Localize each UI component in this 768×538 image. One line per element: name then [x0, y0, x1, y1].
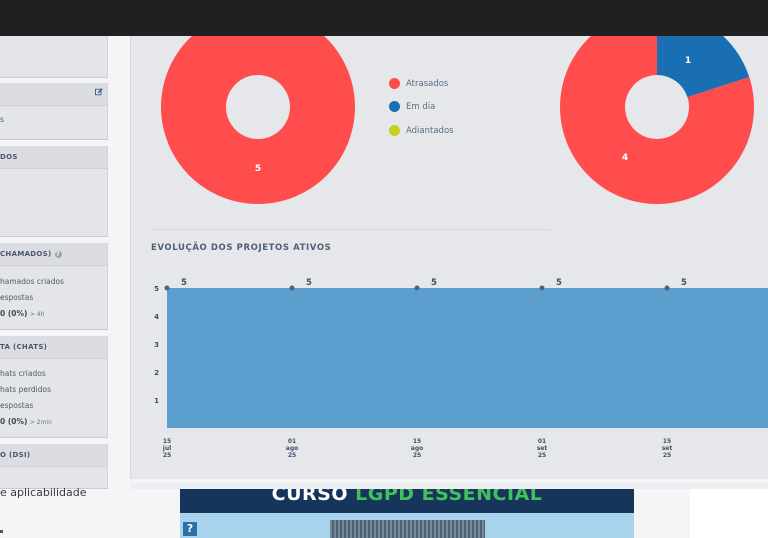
course-banner[interactable]: CURSO LGPD ESSENCIAL ? [180, 489, 634, 538]
area-series [167, 288, 768, 428]
left-sidebar-panels: s DOS CHAMADOS)? hamados criados esposta… [0, 36, 108, 489]
card4-value-main: 0 (0%) [0, 309, 28, 318]
banner-word-lgpd: LGPD ESSENCIAL [355, 489, 543, 505]
x-tick-label: 25 [413, 452, 421, 459]
left-card-5: TA (CHATS) hats criados hats perdidos es… [0, 336, 108, 438]
donut-left-slice-atrasados [161, 36, 355, 204]
left-card-5-header: TA (CHATS) [0, 336, 107, 359]
x-tick-label: set [662, 445, 673, 452]
status-donut-left: 5 [161, 36, 355, 204]
banner-illustration [330, 520, 485, 538]
data-point [539, 285, 545, 291]
data-label: 5 [181, 278, 187, 288]
donut-right-label-em-dia: 1 [685, 56, 691, 66]
x-tick-label: 15 [163, 438, 171, 445]
left-card-6: O (DSI) [0, 444, 108, 489]
donut-right-label-atrasados: 4 [622, 153, 628, 163]
projects-evolution-chart: 12345515jul25501ago25515ago25501set25515… [154, 278, 768, 459]
donut-left-value-label: 5 [255, 164, 261, 174]
legend-item-adiantados: Adiantados [389, 125, 454, 136]
y-tick-label: 3 [154, 341, 159, 349]
data-point [414, 285, 420, 291]
x-tick-label: 25 [163, 452, 171, 459]
data-label: 5 [306, 278, 312, 288]
article-text: e aplicabilidade [0, 486, 87, 499]
card5-line-2: hats perdidos [0, 385, 52, 394]
x-tick-label: 15 [413, 438, 421, 445]
x-tick-label: jul [162, 445, 171, 452]
right-blank-area [690, 489, 768, 538]
bullet-dot [0, 530, 3, 533]
left-card-1 [0, 36, 108, 78]
card5-value: 0 (0%) > 2min [0, 417, 52, 426]
y-tick-label: 5 [154, 285, 159, 293]
left-card-6-header: O (DSI) [0, 444, 107, 467]
left-card-3-header: DOS [0, 146, 107, 169]
left-card-2-text: s [0, 115, 4, 124]
card5-value-main: 0 (0%) [0, 417, 28, 426]
card4-line-2: espostas [0, 293, 34, 302]
left-card-2-header [0, 83, 107, 106]
legend-item-atrasados: Atrasados [389, 78, 448, 89]
y-tick-label: 2 [154, 369, 159, 377]
help-icon[interactable]: ? [183, 522, 197, 536]
legend-label-atrasados: Atrasados [406, 78, 449, 89]
card4-value: 0 (0%) > 4h [0, 309, 44, 318]
x-tick-label: ago [286, 445, 298, 452]
left-card-3: DOS [0, 146, 108, 237]
section-title: EVOLUÇÃO DOS PROJETOS ATIVOS [151, 243, 332, 253]
card5-value-note: > 2min [29, 419, 52, 426]
legend-dot-adiantados [389, 125, 400, 136]
banner-word-curso: CURSO [271, 489, 348, 505]
data-point [664, 285, 670, 291]
x-tick-label: 01 [538, 438, 546, 445]
x-tick-label: 25 [288, 452, 296, 459]
legend-label-em-dia: Em dia [406, 101, 436, 112]
left-card-4-title: CHAMADOS) [0, 250, 52, 258]
y-tick-label: 1 [154, 397, 159, 405]
legend-item-em-dia: Em dia [389, 101, 435, 112]
card5-line-3: espostas [0, 401, 34, 410]
x-tick-label: ago [411, 445, 423, 452]
legend-dot-atrasados [389, 78, 400, 89]
edit-icon[interactable] [95, 88, 103, 96]
top-bar [0, 0, 768, 36]
left-card-4-header: CHAMADOS)? [0, 243, 107, 266]
card4-line-1: hamados criados [0, 277, 65, 286]
data-label: 5 [556, 278, 562, 288]
data-label: 5 [681, 278, 687, 288]
legend-label-adiantados: Adiantados [406, 125, 454, 136]
left-card-2: s [0, 83, 108, 140]
card4-value-note: > 4h [29, 311, 45, 318]
banner-title: CURSO LGPD ESSENCIAL [180, 489, 634, 505]
section-divider [150, 229, 550, 230]
legend-dot-em-dia [389, 101, 400, 112]
x-tick-label: set [537, 445, 548, 452]
status-donut-right: 4 1 [560, 36, 754, 204]
card5-line-1: hats criados [0, 369, 46, 378]
x-tick-label: 15 [663, 438, 671, 445]
data-point [289, 285, 295, 291]
x-tick-label: 25 [663, 452, 671, 459]
y-tick-label: 4 [154, 313, 159, 321]
help-icon[interactable]: ? [54, 250, 62, 258]
data-point [164, 285, 170, 291]
data-label: 5 [431, 278, 437, 288]
x-tick-label: 01 [288, 438, 296, 445]
x-tick-label: 25 [538, 452, 546, 459]
left-card-4: CHAMADOS)? hamados criados espostas 0 (0… [0, 243, 108, 330]
